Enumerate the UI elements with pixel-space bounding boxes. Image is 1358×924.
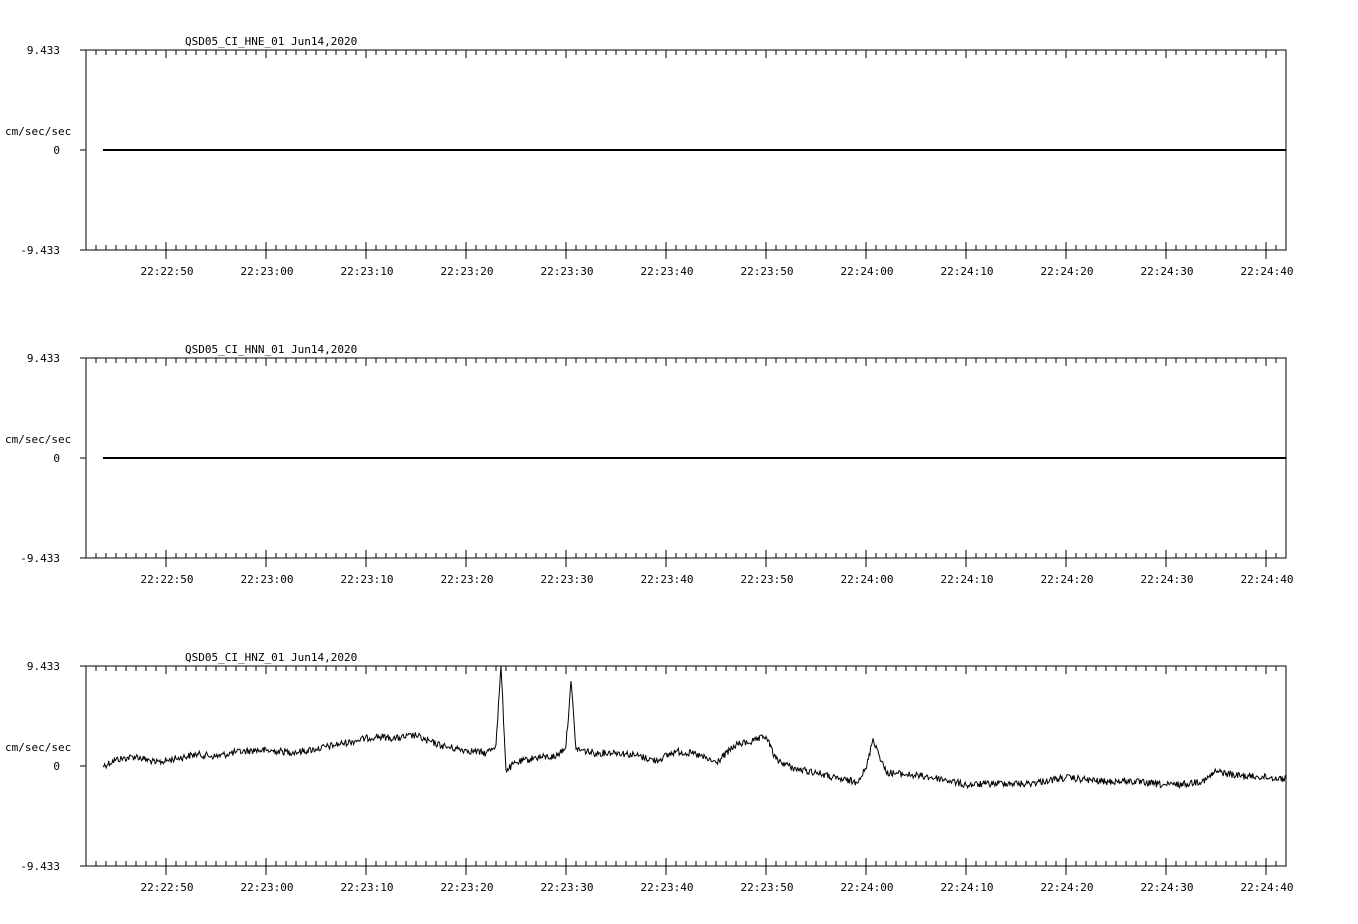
x-tick-label: 22:23:30 <box>541 881 594 894</box>
x-tick-label: 22:23:40 <box>641 265 694 278</box>
y-tick-label: -9.433 <box>20 860 60 873</box>
x-tick-label: 22:24:30 <box>1141 265 1194 278</box>
x-tick-label: 22:24:30 <box>1141 573 1194 586</box>
x-tick-label: 22:23:30 <box>541 265 594 278</box>
y-tick-label: 0 <box>53 452 60 465</box>
x-tick-label: 22:23:20 <box>441 265 494 278</box>
y-tick-label: 9.433 <box>27 660 60 673</box>
x-tick-label: 22:24:20 <box>1041 573 1094 586</box>
x-tick-label: 22:23:30 <box>541 573 594 586</box>
y-tick-label: 0 <box>53 144 60 157</box>
x-tick-label: 22:24:40 <box>1241 573 1294 586</box>
x-tick-label: 22:24:20 <box>1041 881 1094 894</box>
x-tick-label: 22:23:20 <box>441 573 494 586</box>
y-tick-label: 9.433 <box>27 44 60 57</box>
seismogram-plots: QSD05_CI_HNE_01 Jun14,2020 cm/sec/sec 9.43… <box>0 0 1358 924</box>
x-tick-label: 22:23:40 <box>641 573 694 586</box>
x-tick-label: 22:23:20 <box>441 881 494 894</box>
x-tick-label: 22:24:10 <box>941 881 994 894</box>
x-tick-label: 22:24:00 <box>841 573 894 586</box>
x-tick-label: 22:23:00 <box>241 881 294 894</box>
x-tick-label: 22:24:30 <box>1141 881 1194 894</box>
x-tick-label: 22:24:00 <box>841 265 894 278</box>
x-tick-label: 22:24:10 <box>941 573 994 586</box>
x-tick-label: 22:22:50 <box>141 573 194 586</box>
x-tick-label: 22:24:40 <box>1241 881 1294 894</box>
x-tick-label: 22:24:10 <box>941 265 994 278</box>
chart-title: QSD05_CI_HNE_01 Jun14,2020 <box>185 35 357 48</box>
chart-title: QSD05_CI_HNN_01 Jun14,2020 <box>185 343 357 356</box>
y-tick-label: -9.433 <box>20 552 60 565</box>
x-tick-label: 22:23:40 <box>641 881 694 894</box>
x-tick-label: 22:22:50 <box>141 881 194 894</box>
x-tick-label: 22:23:10 <box>341 881 394 894</box>
x-tick-label: 22:23:50 <box>741 265 794 278</box>
x-tick-label: 22:22:50 <box>141 265 194 278</box>
x-tick-label: 22:23:50 <box>741 881 794 894</box>
y-tick-label: 9.433 <box>27 352 60 365</box>
y-tick-label: 0 <box>53 760 60 773</box>
x-tick-label: 22:23:10 <box>341 573 394 586</box>
plot-frame <box>86 666 1286 866</box>
chart-title: QSD05_CI_HNZ_01 Jun14,2020 <box>185 651 357 664</box>
x-tick-label: 22:24:40 <box>1241 265 1294 278</box>
x-tick-label: 22:23:00 <box>241 573 294 586</box>
series-line <box>103 666 1286 788</box>
y-axis-label: cm/sec/sec <box>5 125 71 138</box>
y-tick-label: -9.433 <box>20 244 60 257</box>
x-tick-label: 22:23:00 <box>241 265 294 278</box>
x-tick-label: 22:23:10 <box>341 265 394 278</box>
x-tick-label: 22:24:00 <box>841 881 894 894</box>
x-tick-label: 22:24:20 <box>1041 265 1094 278</box>
x-tick-label: 22:23:50 <box>741 573 794 586</box>
y-axis-label: cm/sec/sec <box>5 741 71 754</box>
y-axis-label: cm/sec/sec <box>5 433 71 446</box>
